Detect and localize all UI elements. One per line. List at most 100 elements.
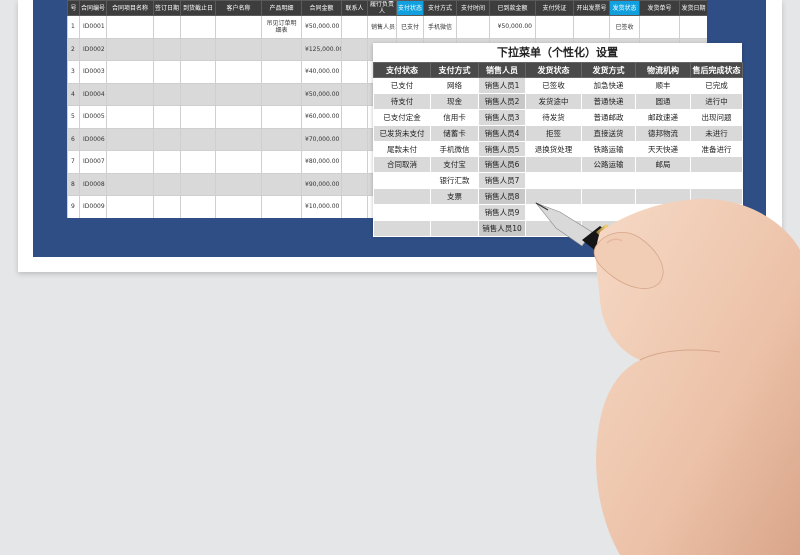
dropdown-option[interactable]: [690, 220, 743, 237]
dropdown-option[interactable]: 储蓄卡: [430, 124, 479, 142]
dropdown-option[interactable]: [373, 172, 431, 190]
dropdown-option[interactable]: [581, 188, 636, 206]
dropdown-option[interactable]: [690, 188, 743, 206]
table-cell[interactable]: [153, 150, 181, 174]
dropdown-option[interactable]: [373, 188, 431, 206]
dropdown-option[interactable]: 销售人员10: [478, 220, 526, 237]
table-cell[interactable]: [153, 105, 181, 129]
table-cell[interactable]: ID0002: [79, 37, 107, 61]
dropdown-option[interactable]: [525, 172, 582, 190]
dropdown-option[interactable]: 银行汇款: [430, 172, 479, 190]
dropdown-option[interactable]: 铁路运输: [581, 140, 636, 158]
table-cell[interactable]: [153, 172, 181, 196]
dropdown-option[interactable]: [525, 188, 582, 206]
table-cell[interactable]: [215, 15, 262, 39]
table-cell[interactable]: ¥80,000.00: [301, 150, 342, 174]
dropdown-option[interactable]: [635, 188, 691, 206]
dropdown-option[interactable]: 普通邮政: [581, 108, 636, 126]
dropdown-option[interactable]: 网络: [430, 77, 479, 94]
table-cell[interactable]: [341, 127, 368, 151]
table-cell[interactable]: 7: [67, 150, 80, 174]
dropdown-option[interactable]: [635, 204, 691, 222]
dropdown-option[interactable]: 销售人员9: [478, 204, 526, 222]
table-cell[interactable]: [153, 127, 181, 151]
dropdown-option[interactable]: 公路运输: [581, 156, 636, 174]
table-cell[interactable]: [341, 172, 368, 196]
table-cell[interactable]: [261, 82, 302, 106]
table-cell[interactable]: [215, 150, 262, 174]
table-cell[interactable]: [261, 172, 302, 196]
table-cell[interactable]: [153, 195, 181, 218]
table-cell[interactable]: [573, 15, 610, 39]
table-cell[interactable]: [341, 82, 368, 106]
dropdown-option[interactable]: 已签收: [525, 77, 582, 94]
dropdown-option[interactable]: 销售人员4: [478, 124, 526, 142]
table-cell[interactable]: [153, 15, 181, 39]
dropdown-option[interactable]: 邮政速递: [635, 108, 691, 126]
table-cell[interactable]: ID0003: [79, 60, 107, 84]
dropdown-option[interactable]: 天天快递: [635, 140, 691, 158]
table-cell[interactable]: [261, 195, 302, 218]
dropdown-option[interactable]: 销售人员1: [478, 77, 526, 94]
table-row[interactable]: 1 ID0001 吊见订单明细表 ¥50,000.00 销售人员1 已支付 手机微信 ¥50,…: [67, 15, 707, 39]
table-cell[interactable]: 销售人员1: [367, 15, 397, 39]
dropdown-option[interactable]: [635, 220, 691, 237]
dropdown-option[interactable]: 信用卡: [430, 108, 479, 126]
table-cell[interactable]: 吊见订单明细表: [261, 15, 302, 39]
table-cell[interactable]: ID0006: [79, 127, 107, 151]
dropdown-option[interactable]: 准备进行: [690, 140, 743, 158]
table-cell[interactable]: ¥90,000.00: [301, 172, 342, 196]
dropdown-option[interactable]: [373, 204, 431, 222]
dropdown-option[interactable]: [690, 156, 743, 174]
table-cell[interactable]: ¥50,000.00: [301, 82, 342, 106]
dropdown-option[interactable]: 合同取消: [373, 156, 431, 174]
dropdown-option[interactable]: 已支付定金: [373, 108, 431, 126]
dropdown-option[interactable]: [690, 204, 743, 222]
dropdown-option[interactable]: 直接送货: [581, 124, 636, 142]
dropdown-option[interactable]: 德邦物流: [635, 124, 691, 142]
table-cell[interactable]: [261, 105, 302, 129]
table-cell[interactable]: 已支付: [396, 15, 424, 39]
dropdown-option[interactable]: 发货途中: [525, 92, 582, 110]
table-cell[interactable]: 6: [67, 127, 80, 151]
table-cell[interactable]: [215, 60, 262, 84]
table-cell[interactable]: 手机微信: [423, 15, 457, 39]
dropdown-option[interactable]: 销售人员6: [478, 156, 526, 174]
table-cell[interactable]: 5: [67, 105, 80, 129]
table-cell[interactable]: [153, 37, 181, 61]
table-cell[interactable]: [106, 172, 154, 196]
table-cell[interactable]: [106, 60, 154, 84]
table-cell[interactable]: [261, 150, 302, 174]
dropdown-option[interactable]: 现金: [430, 92, 479, 110]
dropdown-option[interactable]: 销售人员2: [478, 92, 526, 110]
table-cell[interactable]: 9: [67, 195, 80, 218]
table-cell[interactable]: [180, 105, 216, 129]
dropdown-option[interactable]: 销售人员3: [478, 108, 526, 126]
table-cell[interactable]: ID0007: [79, 150, 107, 174]
table-cell[interactable]: [261, 37, 302, 61]
table-cell[interactable]: [106, 105, 154, 129]
dropdown-option[interactable]: [430, 204, 479, 222]
table-cell[interactable]: 已签收: [609, 15, 640, 39]
dropdown-option[interactable]: 已完成: [690, 77, 743, 94]
table-cell[interactable]: [180, 82, 216, 106]
dropdown-option[interactable]: 出现问题: [690, 108, 743, 126]
dropdown-option[interactable]: [373, 220, 431, 237]
table-cell[interactable]: [215, 127, 262, 151]
table-cell[interactable]: ¥50,000.00: [489, 15, 536, 39]
dropdown-option[interactable]: [635, 172, 691, 190]
table-cell[interactable]: [535, 15, 574, 39]
table-cell[interactable]: [180, 60, 216, 84]
dropdown-option[interactable]: 退换货处理: [525, 140, 582, 158]
dropdown-option[interactable]: 手机微信: [430, 140, 479, 158]
table-cell[interactable]: [341, 195, 368, 218]
table-cell[interactable]: [215, 82, 262, 106]
dropdown-option[interactable]: 顺丰: [635, 77, 691, 94]
table-cell[interactable]: [180, 37, 216, 61]
table-cell[interactable]: [106, 15, 154, 39]
dropdown-option[interactable]: [525, 156, 582, 174]
table-cell[interactable]: ¥50,000.00: [301, 15, 342, 39]
dropdown-option[interactable]: 支付宝: [430, 156, 479, 174]
dropdown-option[interactable]: 进行中: [690, 92, 743, 110]
dropdown-option[interactable]: [525, 204, 582, 222]
